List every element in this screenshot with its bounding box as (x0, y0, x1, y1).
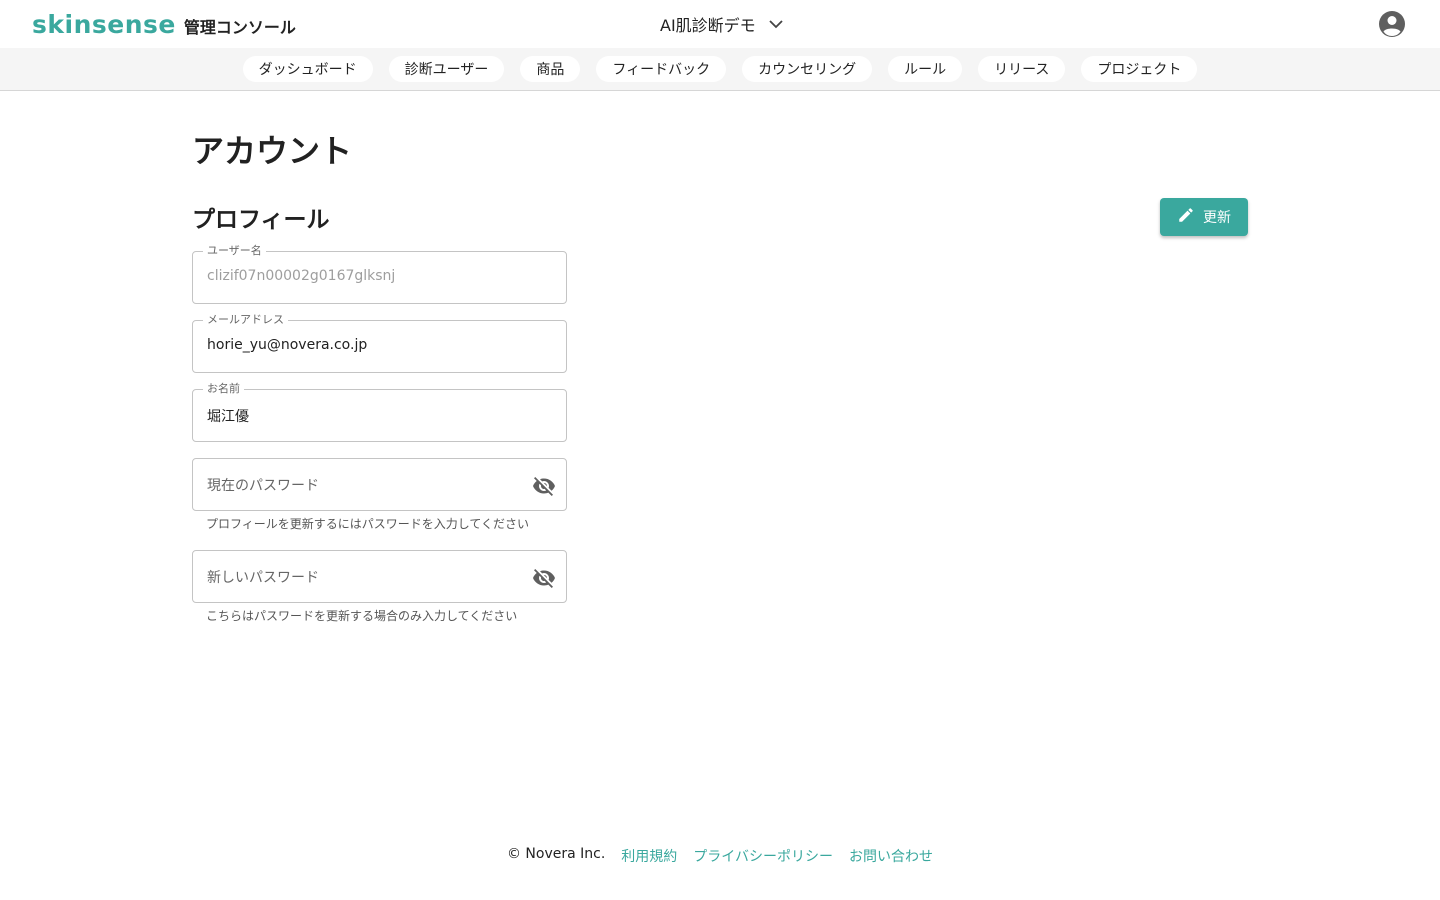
update-button-label: 更新 (1203, 210, 1231, 226)
current-password-placeholder: 現在のパスワード (207, 478, 319, 494)
main-nav: ダッシュボード 診断ユーザー 商品 フィードバック カウンセリング ルール リリ… (0, 48, 1440, 91)
nav-item-dashboard[interactable]: ダッシュボード (242, 56, 373, 82)
pencil-icon (1177, 206, 1195, 228)
nav-item-rules[interactable]: ルール (888, 56, 963, 82)
footer-link-privacy[interactable]: プライバシーポリシー (693, 846, 833, 866)
username-value: clizif07n00002g0167glksnj (207, 268, 396, 284)
project-selector[interactable]: AI肌診断デモ (660, 12, 786, 36)
new-password-placeholder: 新しいパスワード (207, 570, 319, 586)
new-password-field[interactable]: 新しいパスワード (192, 550, 567, 603)
nav-item-projects[interactable]: プロジェクト (1081, 56, 1198, 82)
visibility-off-icon[interactable] (532, 474, 556, 498)
nav-item-releases[interactable]: リリース (978, 56, 1066, 82)
nav-item-feedback[interactable]: フィードバック (596, 56, 727, 82)
project-name: AI肌診断デモ (660, 16, 756, 35)
chevron-down-icon (766, 14, 786, 34)
brand-subtitle: 管理コンソール (183, 18, 296, 37)
nav-item-diagnosis-users[interactable]: 診断ユーザー (388, 56, 505, 82)
page-title: アカウント (192, 132, 353, 170)
footer-link-terms[interactable]: 利用規約 (621, 846, 677, 866)
account-circle-icon[interactable] (1378, 10, 1406, 38)
section-title: プロフィール (192, 207, 330, 233)
current-password-helper: プロフィールを更新するにはパスワードを入力してください (206, 517, 530, 531)
email-field[interactable]: メールアドレス horie_yu@novera.co.jp (192, 312, 567, 373)
update-button[interactable]: 更新 (1160, 198, 1248, 236)
email-value: horie_yu@novera.co.jp (207, 337, 368, 353)
name-label: お名前 (203, 381, 244, 397)
nav-item-products[interactable]: 商品 (520, 56, 581, 82)
email-label: メールアドレス (203, 312, 288, 328)
footer: © Novera Inc. 利用規約 プライバシーポリシー お問い合わせ (0, 846, 1440, 866)
copyright: © Novera Inc. (506, 846, 606, 862)
app-header: skinsense 管理コンソール AI肌診断デモ (0, 0, 1440, 48)
name-field[interactable]: お名前 堀江優 (192, 381, 567, 442)
footer-link-contact[interactable]: お問い合わせ (849, 846, 933, 866)
nav-item-counseling[interactable]: カウンセリング (742, 56, 873, 82)
username-field[interactable]: ユーザー名 clizif07n00002g0167glksnj (192, 243, 567, 304)
username-label: ユーザー名 (203, 243, 266, 259)
brand-logo: skinsense (32, 10, 176, 39)
brand[interactable]: skinsense 管理コンソール (32, 10, 296, 39)
name-value: 堀江優 (207, 409, 249, 425)
visibility-off-icon[interactable] (532, 566, 556, 590)
current-password-field[interactable]: 現在のパスワード (192, 458, 567, 511)
new-password-helper: こちらはパスワードを更新する場合のみ入力してください (206, 609, 518, 623)
